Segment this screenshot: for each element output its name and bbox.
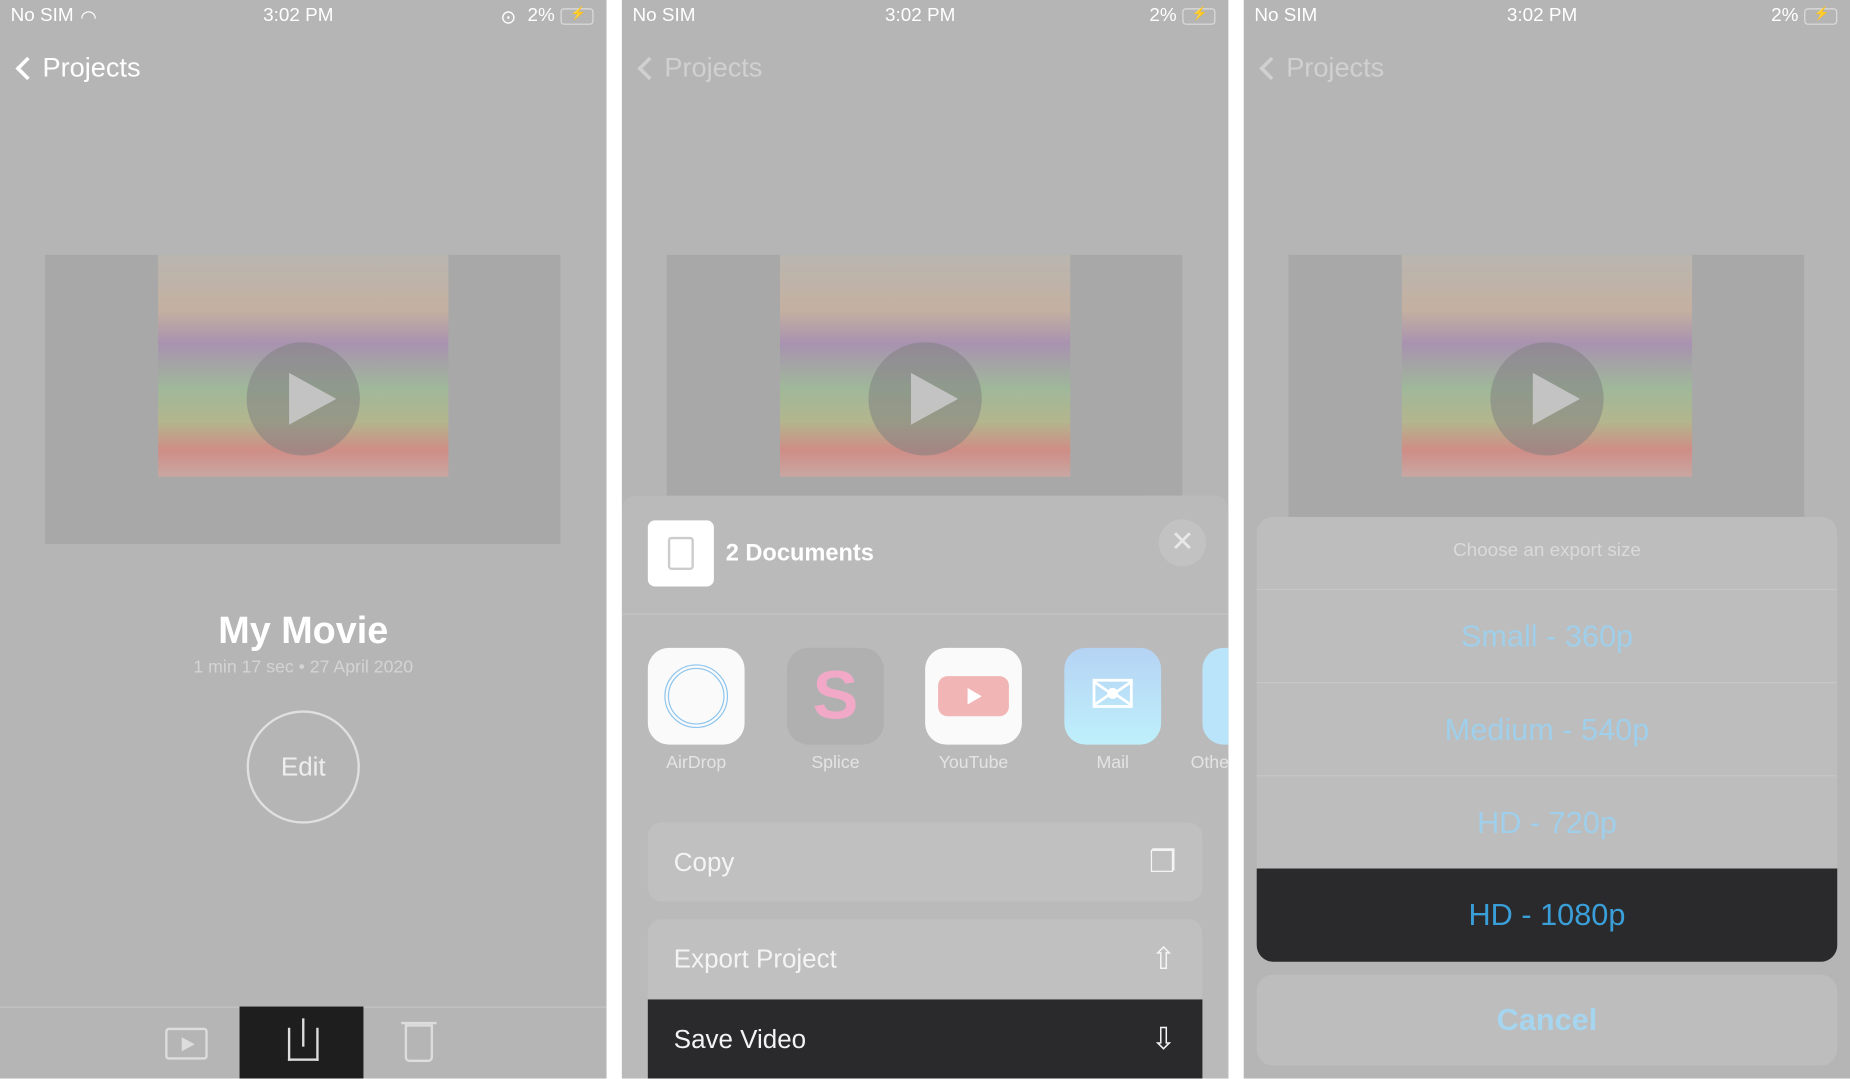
save-video-action[interactable]: Save Video ⇩ [647,999,1203,1079]
wifi-icon: ◠ [80,8,97,29]
chevron-left-icon [1259,56,1283,80]
battery-icon [560,6,594,25]
sheet-title: Choose an export size [1453,540,1641,561]
clock: 3:02 PM [263,5,334,26]
clock: 3:02 PM [884,5,956,26]
option-small-360p[interactable]: Small - 360p [1256,588,1838,682]
back-label: Projects [1286,51,1385,83]
mail-app[interactable]: ✉ [1064,647,1162,745]
back-button[interactable]: Projects [1256,51,1385,84]
carrier: No SIM [632,5,696,26]
option-medium-540p[interactable]: Medium - 540p [1256,682,1838,775]
trash-button[interactable] [401,1021,437,1062]
share-header: 2 Documents [725,540,874,567]
chevron-left-icon [15,56,39,80]
splice-app[interactable]: S [787,647,884,745]
close-button[interactable]: ✕ [1158,519,1206,567]
airdrop-app[interactable] [647,647,745,745]
panel-export-size: No SIM 3:02 PM 2% Projects Choose an exp… [1243,0,1850,1079]
carrier: No SIM [1254,5,1318,26]
back-label: Projects [42,51,141,83]
chevron-left-icon [637,56,661,80]
back-button[interactable]: Projects [634,51,763,84]
panel-share-sheet: No SIM 3:02 PM 2% Projects 2 Documents ✕… [621,0,1229,1079]
youtube-app[interactable] [925,647,1022,745]
battery-percent: 2% [527,5,555,26]
battery-icon [1182,6,1216,25]
option-hd-720p[interactable]: HD - 720p [1256,775,1838,868]
play-icon [181,1037,195,1052]
share-button[interactable] [239,1006,364,1079]
trash-icon [401,1021,437,1025]
play-icon [1490,342,1604,456]
carrier: No SIM [10,5,74,26]
app-label: Othe [1190,752,1229,773]
back-label: Projects [664,51,763,83]
battery-icon [1804,6,1838,25]
app-label: Mail [1096,752,1129,773]
cancel-button[interactable]: Cancel [1256,974,1838,1066]
other-app[interactable] [1202,647,1229,745]
app-label: AirDrop [666,752,727,773]
action-label: Save Video [673,1023,807,1054]
play-icon[interactable] [246,342,360,456]
play-icon [868,342,982,456]
app-label: Splice [811,752,860,773]
clock: 3:02 PM [1506,5,1578,26]
airdrop-icon [664,664,729,729]
share-icon: ⇧ [1150,940,1177,976]
action-label: Copy [673,846,735,877]
rotation-lock-icon: ⊙ [500,8,517,29]
divider [621,613,1229,615]
youtube-icon [938,676,1009,717]
mail-icon: ✉ [1089,664,1137,727]
app-label: YouTube [938,752,1009,773]
export-project-action[interactable]: Export Project ⇧ [647,919,1203,999]
copy-icon: ❐ [1148,843,1177,880]
document-icon [647,520,714,587]
movie-meta: 1 min 17 sec • 27 April 2020 [193,657,414,678]
option-hd-1080p[interactable]: HD - 1080p [1256,868,1838,962]
download-icon: ⇩ [1150,1020,1177,1057]
action-label: Export Project [673,943,837,973]
movie-title: My Movie [218,608,389,652]
battery-percent: 2% [1771,5,1799,26]
edit-button[interactable]: Edit [246,710,360,824]
splice-icon: S [812,657,859,734]
battery-percent: 2% [1149,5,1177,26]
copy-action[interactable]: Copy ❐ [647,822,1203,902]
play-movie-button[interactable] [165,1027,208,1060]
panel-project: No SIM ◠ 3:02 PM ⊙ 2% Projects My Movie … [0,0,607,1079]
back-button[interactable]: Projects [12,52,141,84]
